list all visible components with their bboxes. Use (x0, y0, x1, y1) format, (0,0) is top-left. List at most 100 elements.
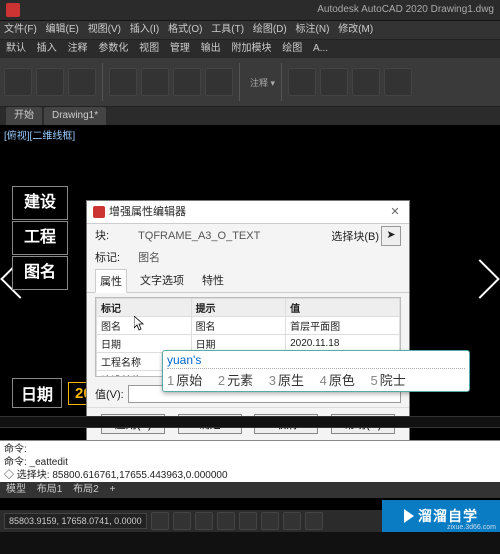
dialog-tabs: 属性 文字选项 特性 (87, 268, 409, 293)
menu-format[interactable]: 格式(O) (168, 24, 202, 35)
menu-tools[interactable]: 工具(T) (211, 24, 244, 35)
ribbon-button[interactable] (288, 68, 316, 96)
menu-dim[interactable]: 标注(N) (296, 24, 330, 35)
ribbon-button[interactable] (384, 68, 412, 96)
ribbon-tab-annotate[interactable]: 注释 (68, 43, 88, 54)
dialog-titlebar[interactable]: 增强属性编辑器 ✕ (87, 201, 409, 224)
ime-typed: yuan's (167, 353, 465, 369)
menu-insert[interactable]: 插入(I) (130, 24, 159, 35)
ribbon-button[interactable] (173, 68, 201, 96)
title-block-cells: 建设 工程 图名 (12, 186, 68, 291)
cell-project: 工程 (12, 221, 68, 255)
menu-edit[interactable]: 编辑(E) (46, 24, 79, 35)
col-tag: 标记 (97, 299, 192, 317)
ribbon-button[interactable] (352, 68, 380, 96)
doc-tab-drawing[interactable]: Drawing1* (44, 107, 106, 125)
menu-file[interactable]: 文件(F) (4, 24, 37, 35)
menu-modify[interactable]: 修改(M) (338, 24, 373, 35)
status-coordinates: 85803.9159, 17658.0741, 0.0000 (4, 513, 147, 529)
cell-drawname: 图名 (12, 256, 68, 290)
ribbon-tab-insert[interactable]: 插入 (37, 43, 57, 54)
command-history-panel (0, 416, 500, 428)
select-block-button[interactable]: ➤ (381, 226, 401, 246)
status-toggle-icon[interactable] (283, 512, 301, 530)
ime-candidate[interactable]: 1原始 (167, 373, 208, 388)
ime-candidates: 1原始 2元素 3原生 4原色 5院士 (167, 370, 465, 389)
viewport-label[interactable]: [俯视][二维线框] (0, 125, 500, 144)
col-prompt: 提示 (191, 299, 286, 317)
block-label: 块: (95, 227, 135, 243)
command-text: 命令: (4, 443, 496, 456)
layout-tabs: 模型 布局1 布局2 + (0, 482, 500, 498)
command-line[interactable]: 命令: 命令: _eattedit ◇ 选择块: 85800.616761,17… (0, 440, 500, 486)
ribbon-tab-addins[interactable]: 附加模块 (231, 43, 271, 54)
menu-draw[interactable]: 绘图(D) (253, 24, 287, 35)
tab-text-options[interactable]: 文字选项 (135, 268, 189, 292)
command-text: ◇ 选择块: 85800.616761,17655.443963,0.00000… (4, 469, 496, 482)
ribbon-button[interactable] (320, 68, 348, 96)
tag-label: 标记: (95, 249, 135, 265)
command-text: 命令: _eattedit (4, 456, 496, 469)
tag-value: 图名 (138, 249, 160, 265)
status-toggle-icon[interactable] (239, 512, 257, 530)
ribbon-tab-output[interactable]: 输出 (201, 43, 221, 54)
status-toggle-icon[interactable] (305, 512, 323, 530)
cell-builder: 建设 (12, 186, 68, 220)
col-value: 值 (286, 299, 400, 317)
ribbon-panel-label: 注释 ▾ (250, 76, 275, 89)
watermark-brand[interactable]: 溜溜自学 zixue.3d66.com (382, 500, 500, 532)
window-title: Autodesk AutoCAD 2020 Drawing1.dwg (317, 0, 494, 20)
status-toggle-icon[interactable] (151, 512, 169, 530)
ribbon-tabstrip: 默认 插入 注释 参数化 视图 管理 输出 附加模块 绘图 A... (0, 40, 500, 58)
layout-tab-1[interactable]: 布局1 (37, 484, 63, 495)
ribbon-tab-default[interactable]: 默认 (6, 43, 26, 54)
ribbon-tab-more[interactable]: A... (313, 43, 328, 54)
status-toggle-icon[interactable] (195, 512, 213, 530)
layout-tab-add[interactable]: + (109, 484, 115, 495)
footer-strip (0, 532, 500, 554)
ribbon-button[interactable] (205, 68, 233, 96)
ribbon-tab-view[interactable]: 视图 (139, 43, 159, 54)
layout-tab-2[interactable]: 布局2 (73, 484, 99, 495)
layout-tab-model[interactable]: 模型 (6, 484, 26, 495)
brand-name: 溜溜自学 (418, 506, 478, 526)
ribbon-separator (102, 63, 103, 101)
ribbon-button[interactable] (109, 68, 137, 96)
menubar: 文件(F) 编辑(E) 视图(V) 插入(I) 格式(O) 工具(T) 绘图(D… (0, 21, 500, 40)
ribbon: 注释 ▾ (0, 58, 500, 107)
ribbon-button[interactable] (141, 68, 169, 96)
ime-candidate[interactable]: 5院士 (371, 373, 412, 388)
dialog-title: 增强属性编辑器 (109, 201, 186, 223)
ime-candidate[interactable]: 3原生 (269, 373, 310, 388)
ribbon-button[interactable] (4, 68, 32, 96)
status-toggle-icon[interactable] (261, 512, 279, 530)
ime-candidate[interactable]: 4原色 (320, 373, 361, 388)
ribbon-tab-manage[interactable]: 管理 (170, 43, 190, 54)
play-icon (404, 509, 414, 523)
select-block-group: 选择块(B) ➤ (331, 226, 401, 246)
ribbon-button[interactable] (68, 68, 96, 96)
menu-view[interactable]: 视图(V) (88, 24, 121, 35)
ribbon-separator (281, 63, 282, 101)
doc-tab-start[interactable]: 开始 (6, 107, 42, 125)
value-label: 值(V): (95, 386, 124, 402)
dialog-close-icon[interactable]: ✕ (387, 201, 403, 223)
status-toggle-icon[interactable] (217, 512, 235, 530)
ribbon-button[interactable] (36, 68, 64, 96)
date-label: 日期 (12, 378, 62, 408)
status-toggle-icon[interactable] (173, 512, 191, 530)
enhanced-attribute-editor-dialog: 增强属性编辑器 ✕ 选择块(B) ➤ 块: TQFRAME_A3_O_TEXT … (86, 200, 410, 441)
ime-candidate[interactable]: 2元素 (218, 373, 259, 388)
app-logo-icon (6, 3, 20, 17)
tab-properties[interactable]: 特性 (197, 268, 229, 292)
select-block-label: 选择块(B) (331, 228, 379, 244)
ime-candidate-bar[interactable]: yuan's 1原始 2元素 3原生 4原色 5院士 (162, 350, 470, 392)
brand-url: zixue.3d66.com (447, 524, 496, 531)
ribbon-tab-drawing[interactable]: 绘图 (282, 43, 302, 54)
window-titlebar: Autodesk AutoCAD 2020 Drawing1.dwg (0, 0, 500, 21)
ribbon-tab-param[interactable]: 参数化 (98, 43, 128, 54)
block-value: TQFRAME_A3_O_TEXT (138, 230, 260, 242)
attr-row[interactable]: 图名 图名 首层平面图 (97, 317, 400, 335)
tab-attributes[interactable]: 属性 (95, 269, 127, 293)
carousel-next-icon[interactable] (460, 259, 500, 299)
